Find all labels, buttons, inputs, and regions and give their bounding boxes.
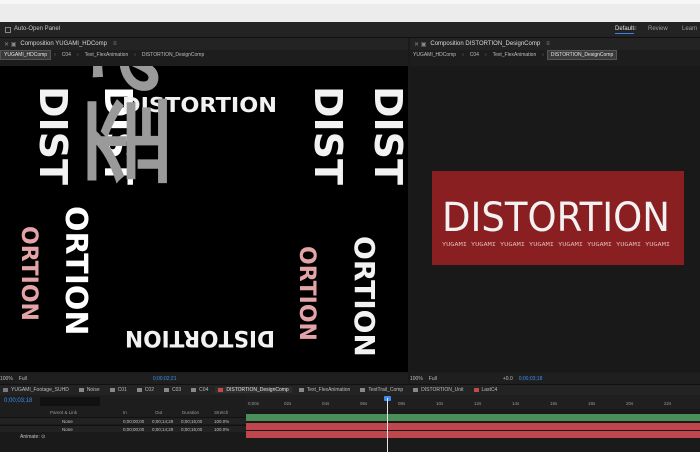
right-ortion-text: ORTION: [294, 246, 319, 341]
right-ortion-text-2: ORTION: [348, 236, 381, 357]
layer-column-headers: Parent & Link In Out Duration Stretch: [0, 409, 246, 417]
current-time[interactable]: 0;00;03;18: [4, 398, 32, 404]
layer-row[interactable]: None 0;00;00;00 0;00;14;29 0;00;15;00 10…: [0, 425, 246, 432]
layer-search-input[interactable]: [40, 397, 100, 406]
layer-duration: 0;00;15;00: [181, 419, 203, 424]
right-dist-text: DIST: [306, 86, 350, 185]
right-viewer-footer: 100% Full +0.0 0;00;03;18: [410, 374, 700, 383]
close-icon[interactable]: ✕ ▣: [414, 41, 426, 48]
toolbar: Auto-Open Panel Default ≡ Review Learn: [0, 22, 700, 38]
yugami-artwork: DIST DIST ORTION ORTION DIST DIST ORTION…: [0, 66, 408, 372]
zoom-select[interactable]: 100%: [0, 376, 13, 382]
playhead[interactable]: [387, 398, 388, 452]
tab-text-flex[interactable]: Text_FlexAnimation: [296, 387, 354, 393]
col-duration: Duration: [182, 410, 200, 415]
resolution-select[interactable]: Full: [429, 376, 437, 382]
layer-in: 0;00;00;00: [123, 419, 145, 424]
left-ortion-text: ORTION: [16, 226, 41, 321]
col-parent: Parent & Link: [50, 410, 78, 415]
layer-parent: None: [62, 419, 73, 424]
right-composition-viewer[interactable]: DISTORTION YUGAMI YUGAMI YUGAMI YUGAMI Y…: [410, 66, 700, 372]
panel-title: Composition DISTORTION_DesignComp: [430, 41, 541, 47]
left-dist-text: DIST: [31, 86, 75, 185]
timecode[interactable]: 0;00;02;21: [153, 376, 177, 382]
panel-menu-icon[interactable]: ≡: [113, 41, 117, 47]
layer-out: 0;00;14;29: [152, 419, 174, 424]
small-caps-line: YUGAMI YUGAMI YUGAMI YUGAMI YUGAMI YUGAM…: [442, 242, 670, 248]
crumb-yugami[interactable]: YUGAMI_HDComp: [410, 51, 459, 59]
layer-stretch: 100.0%: [214, 427, 230, 432]
bottom-distortion-text: DISTORTION: [125, 325, 275, 350]
tab-c02[interactable]: C02: [134, 387, 157, 393]
breadcrumb: YUGAMI_HDComp ‹ C04 ‹ Text_FlexAnimation ‹ …: [410, 50, 700, 60]
col-out: Out: [155, 410, 163, 415]
distortion-title: DISTORTION: [442, 195, 670, 241]
tab-lastc4[interactable]: LastC4: [471, 387, 501, 393]
layer-bar[interactable]: [246, 423, 700, 430]
auto-open-checkbox[interactable]: [5, 27, 11, 33]
layer-duration: 0;00;15;00: [181, 427, 203, 432]
left-ortion-text-2: ORTION: [58, 206, 93, 336]
timeline-tabs: YUGAMI_Footage_SUHD Noise C01 C02 C03 C0…: [0, 384, 700, 395]
crumb-c04[interactable]: C04: [59, 51, 74, 59]
auto-open-label: Auto-Open Panel: [14, 26, 61, 32]
workspace-learn[interactable]: Learn: [682, 26, 697, 32]
col-in: In: [123, 410, 127, 415]
layer-out: 0;00;14;29: [152, 427, 174, 432]
resolution-select[interactable]: Full: [19, 376, 27, 382]
tab-noise[interactable]: Noise: [76, 387, 103, 393]
left-viewer-footer: 100% Full 0;00;02;21: [0, 374, 408, 383]
crumb-distortion[interactable]: DISTORTION_DesignComp: [139, 51, 207, 59]
crumb-distortion[interactable]: DISTORTION_DesignComp: [546, 50, 618, 60]
layer-parent: None: [62, 427, 73, 432]
crumb-text-flex[interactable]: Text_FlexAnimation: [490, 51, 540, 59]
layer-stretch: 100.0%: [214, 419, 230, 424]
col-stretch: Stretch: [214, 410, 229, 415]
kanji-noise-text: 歪み: [77, 66, 182, 186]
work-area-bar[interactable]: [246, 414, 700, 421]
layer-in: 0;00;00;00: [123, 427, 145, 432]
layer-bar[interactable]: [246, 431, 700, 438]
tab-texttrail[interactable]: TextTrail_Comp: [357, 387, 406, 393]
crumb-yugami[interactable]: YUGAMI_HDComp: [0, 50, 52, 60]
distortion-design-artwork: DISTORTION YUGAMI YUGAMI YUGAMI YUGAMI Y…: [432, 171, 684, 265]
tab-yugami-footage[interactable]: YUGAMI_Footage_SUHD: [0, 387, 72, 393]
panel-menu-icon[interactable]: ≡: [546, 41, 550, 47]
exposure-value[interactable]: +0.0: [503, 376, 513, 382]
right-dist-text-2: DIST: [366, 86, 408, 185]
tab-c04[interactable]: C04: [188, 387, 211, 393]
layer-row[interactable]: None 0;00;00;00 0;00;14;29 0;00;15;00 10…: [0, 417, 246, 424]
crumb-c04[interactable]: C04: [467, 51, 482, 59]
crumb-text-flex[interactable]: Text_FlexAnimation: [82, 51, 132, 59]
window-titlebar: [0, 0, 700, 22]
breadcrumb: YUGAMI_HDComp ‹ C04 ‹ Text_FlexAnimation ‹ …: [0, 50, 408, 60]
time-ruler[interactable]: 0;00s 02s 04s 06s 08s 10s 12s 14s 16s 18…: [246, 395, 700, 409]
tab-distortion-design[interactable]: DISTORTION_DesignComp: [215, 387, 292, 393]
left-composition-viewer[interactable]: DIST DIST ORTION ORTION DIST DIST ORTION…: [0, 66, 408, 372]
workspace-default[interactable]: Default: [615, 26, 635, 34]
tab-c01[interactable]: C01: [107, 387, 130, 393]
workspace-review[interactable]: Review: [648, 26, 668, 32]
tab-c03[interactable]: C03: [161, 387, 184, 393]
workspace-menu-icon[interactable]: ≡: [633, 26, 637, 32]
tab-distortion-unit[interactable]: DISTORTION_Unit: [410, 387, 466, 393]
close-icon[interactable]: ✕ ▣: [4, 41, 16, 48]
timecode[interactable]: 0;00;03;18: [519, 376, 543, 382]
animate-menu[interactable]: Animate: ⊙: [20, 434, 45, 440]
zoom-select[interactable]: 100%: [410, 376, 423, 382]
timeline-tracks: [246, 409, 700, 452]
panel-title: Composition YUGAMI_HDComp: [20, 41, 107, 47]
